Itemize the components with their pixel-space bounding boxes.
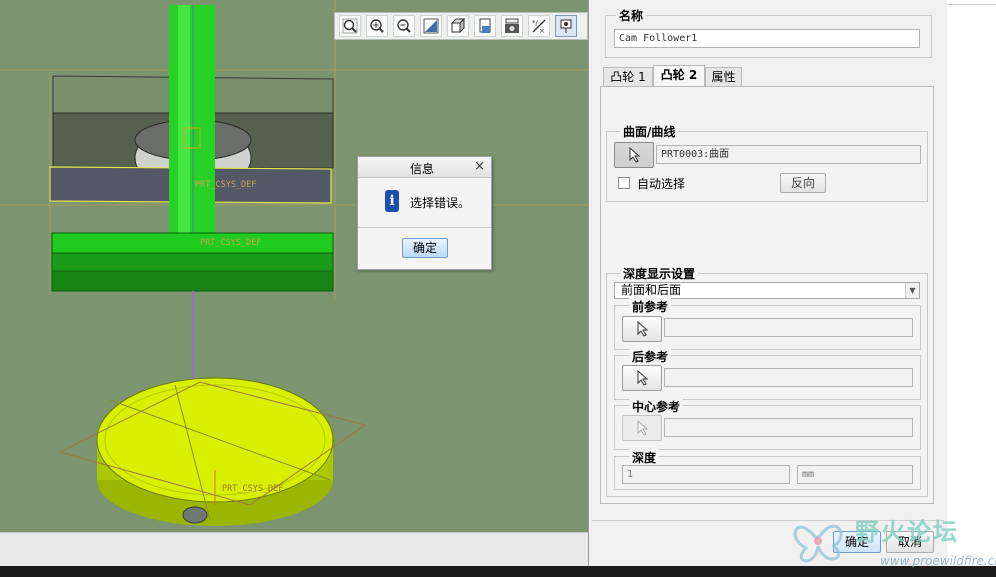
right-margin bbox=[947, 0, 996, 566]
reverse-button[interactable]: 反向 bbox=[780, 173, 826, 193]
info-ok-button[interactable]: 确定 bbox=[402, 238, 448, 258]
view-toolbar: */× bbox=[334, 12, 588, 40]
tab-properties[interactable]: 属性 bbox=[705, 67, 742, 87]
info-icon: i bbox=[385, 190, 399, 212]
camera-icon[interactable] bbox=[501, 15, 523, 37]
model-graphics[interactable] bbox=[0, 0, 588, 532]
watermark-text: 野火论坛 bbox=[855, 518, 959, 546]
info-dialog-titlebar[interactable]: 信息 × bbox=[358, 157, 491, 178]
surface-select-button[interactable] bbox=[614, 142, 654, 168]
cursor-arrow-icon bbox=[637, 420, 649, 436]
status-area bbox=[0, 532, 588, 567]
zoom-fit-icon[interactable] bbox=[339, 15, 361, 37]
zoom-out-icon[interactable] bbox=[393, 15, 415, 37]
back-ref-collector[interactable] bbox=[664, 368, 913, 387]
depth-unit-field[interactable]: mm bbox=[797, 465, 913, 484]
chevron-down-icon[interactable]: ▼ bbox=[905, 283, 919, 298]
datum-display-icon[interactable]: */× bbox=[528, 15, 550, 37]
depth-label: 深度 bbox=[629, 449, 660, 466]
svg-text:×: × bbox=[539, 27, 545, 34]
cursor-arrow-icon bbox=[629, 147, 641, 163]
repaint-icon[interactable] bbox=[420, 15, 442, 37]
csys-label-mid: PRT_CSYS_DEF bbox=[200, 238, 262, 248]
name-label: 名称 bbox=[616, 7, 647, 24]
info-message: 选择错误。 bbox=[410, 196, 471, 210]
model-viewport[interactable]: PRT_CSYS_DEF PRT_CSYS_DEF PRT_CSYS_DEF bbox=[0, 0, 588, 532]
name-field[interactable]: Cam Follower1 bbox=[614, 29, 920, 48]
tab-cam-1[interactable]: 凸轮 1 bbox=[603, 67, 653, 87]
close-icon[interactable]: × bbox=[474, 159, 485, 174]
display-style-icon[interactable] bbox=[447, 15, 469, 37]
surface-collector[interactable]: PRT0003:曲面 bbox=[656, 145, 921, 164]
spin-center-icon[interactable] bbox=[555, 15, 577, 37]
depth-mode-dropdown[interactable]: 前面和后面 ▼ bbox=[614, 282, 920, 299]
surface-label: 曲面/曲线 bbox=[620, 123, 679, 140]
info-dialog: 信息 × i 选择错误。 确定 bbox=[357, 156, 492, 270]
auto-select-checkbox[interactable] bbox=[618, 177, 630, 189]
info-dialog-title: 信息 bbox=[410, 162, 435, 176]
auto-select-label: 自动选择 bbox=[637, 177, 686, 191]
tab-cam-2[interactable]: 凸轮 2 bbox=[653, 65, 705, 87]
saved-views-icon[interactable] bbox=[474, 15, 496, 37]
front-ref-collector[interactable] bbox=[664, 318, 913, 337]
depth-settings-label: 深度显示设置 bbox=[620, 265, 699, 282]
depth-value-field[interactable]: 1 bbox=[622, 465, 790, 484]
center-ref-select-button[interactable] bbox=[622, 415, 662, 441]
back-ref-label: 后参考 bbox=[629, 348, 672, 365]
svg-text:*/: */ bbox=[532, 19, 539, 27]
front-ref-select-button[interactable] bbox=[622, 316, 662, 342]
csys-label-bottom: PRT_CSYS_DEF bbox=[222, 484, 284, 494]
watermark-logo-icon bbox=[793, 524, 843, 563]
watermark-url: www.proewildfire.cn bbox=[880, 554, 996, 568]
center-ref-label: 中心参考 bbox=[629, 398, 684, 415]
cursor-arrow-icon bbox=[637, 370, 649, 386]
center-ref-collector[interactable] bbox=[664, 418, 913, 437]
back-ref-select-button[interactable] bbox=[622, 365, 662, 391]
dialog-divider bbox=[358, 227, 491, 228]
csys-label-top: PRT_CSYS_DEF bbox=[195, 180, 257, 190]
depth-mode-value: 前面和后面 bbox=[621, 283, 682, 297]
cursor-arrow-icon bbox=[637, 321, 649, 337]
zoom-in-icon[interactable] bbox=[366, 15, 388, 37]
front-ref-label: 前参考 bbox=[629, 298, 672, 315]
